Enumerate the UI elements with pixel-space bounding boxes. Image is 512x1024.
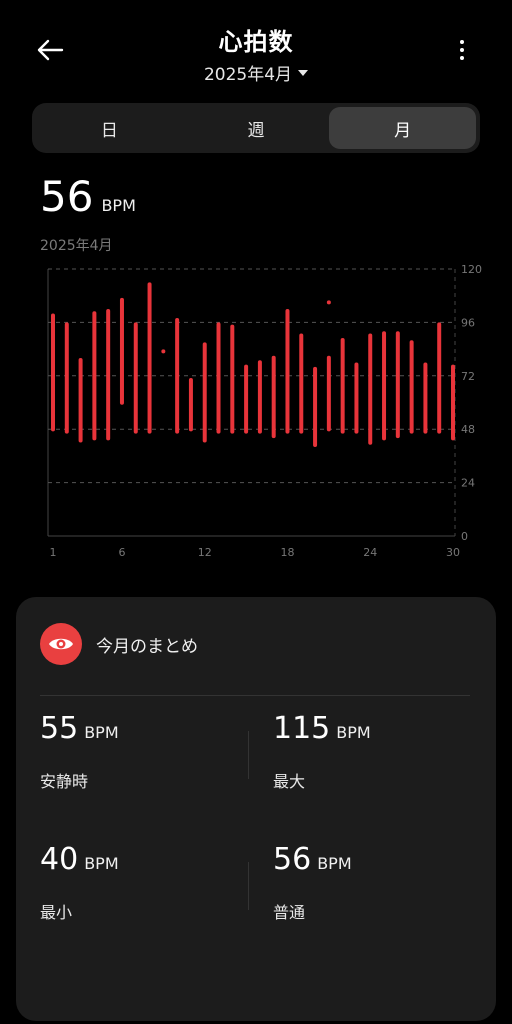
range-bar-day-29[interactable] [437,322,442,434]
range-bar-day-23[interactable] [354,362,359,434]
normal-label: 普通 [273,903,306,922]
resting-value: 55 [40,711,79,746]
min-value: 40 [40,842,79,877]
stat-divider [248,731,249,779]
range-bar-day-2[interactable] [64,322,69,434]
monthly-summary-card: 今月のまとめ 55 BPM 安静時 115 BPM 最大 40 BPM 最小 5… [16,597,496,1021]
max-stat: 115 BPM [273,711,371,746]
summary-icon-badge [40,623,82,665]
y-tick-label: 72 [461,370,475,383]
normal-unit: BPM [317,854,352,873]
card-divider [40,695,470,696]
resting-stat: 55 BPM [40,711,119,746]
range-bar-day-25[interactable] [382,331,387,441]
normal-stat: 56 BPM [273,842,352,877]
tab-month[interactable]: 月 [329,107,477,149]
range-bar-day-21[interactable] [326,355,331,432]
range-bar-day-15[interactable] [244,364,249,434]
min-stat: 40 BPM [40,842,119,877]
range-bar-day-11[interactable] [188,378,193,432]
range-bar-day-18[interactable] [285,309,290,434]
range-bar-day-22[interactable] [340,337,345,434]
x-tick-label: 1 [50,546,57,559]
page-title: 心拍数 [218,28,294,56]
y-tick-label: 48 [461,423,475,436]
x-tick-label: 12 [198,546,212,559]
range-bar-day-12[interactable] [202,342,207,443]
more-dot-icon [460,56,464,60]
range-bar-day-27[interactable] [409,340,414,434]
range-bar-day-7[interactable] [133,322,138,434]
period-label: 2025年4月 [40,238,113,254]
min-unit: BPM [84,854,119,873]
stat-divider [248,862,249,910]
y-tick-label: 0 [461,530,468,543]
range-bar-day-1[interactable] [51,313,55,432]
range-bar-day-28[interactable] [423,362,428,434]
more-dot-icon [460,40,464,44]
x-tick-label: 18 [280,546,294,559]
max-value: 115 [273,711,331,746]
range-bar-day-6[interactable] [119,297,124,405]
data-point-day-21[interactable] [326,300,331,305]
month-selector[interactable]: 2025年4月 [0,60,512,85]
average-unit: BPM [101,196,136,215]
range-bar-day-13[interactable] [216,322,221,434]
resting-unit: BPM [84,723,119,742]
card-title: 今月のまとめ [96,637,198,657]
average-heart-rate: 56 BPM [40,172,136,221]
y-tick-label: 120 [461,263,482,276]
range-bar-day-10[interactable] [175,317,180,434]
x-tick-label: 30 [446,546,460,559]
x-tick-label: 24 [363,546,377,559]
tab-week[interactable]: 週 [183,107,330,149]
min-label: 最小 [40,903,73,922]
normal-value: 56 [273,842,312,877]
range-bar-day-8[interactable] [147,282,152,434]
caret-down-icon [298,69,309,76]
x-tick-label: 6 [118,546,125,559]
month-label: 2025年4月 [203,65,293,85]
eye-icon [49,638,73,650]
data-point-day-9[interactable] [161,349,166,354]
max-unit: BPM [336,723,371,742]
range-bar-day-19[interactable] [299,333,304,434]
y-tick-label: 96 [461,316,475,329]
range-bar-day-14[interactable] [230,324,235,434]
heart-rate-chart[interactable]: 0 24 48 72 96 120 1 6 12 18 24 30 [0,255,512,565]
more-dot-icon [460,48,464,52]
average-value: 56 [40,172,94,221]
range-bar-day-24[interactable] [368,333,373,445]
range-bar-day-5[interactable] [106,309,111,441]
range-bar-day-3[interactable] [78,358,83,443]
range-bar-day-17[interactable] [271,355,276,439]
range-bar-day-16[interactable] [257,360,262,434]
y-tick-label: 24 [461,477,475,490]
max-label: 最大 [273,772,306,791]
tab-day[interactable]: 日 [36,107,183,149]
resting-label: 安静時 [40,772,89,791]
range-bar-day-4[interactable] [92,311,97,441]
more-options-button[interactable] [446,34,478,66]
period-tabs: 日 週 月 [32,103,480,153]
range-bar-day-20[interactable] [313,366,318,447]
range-bar-day-30[interactable] [451,364,455,441]
range-bar-day-26[interactable] [395,331,400,439]
